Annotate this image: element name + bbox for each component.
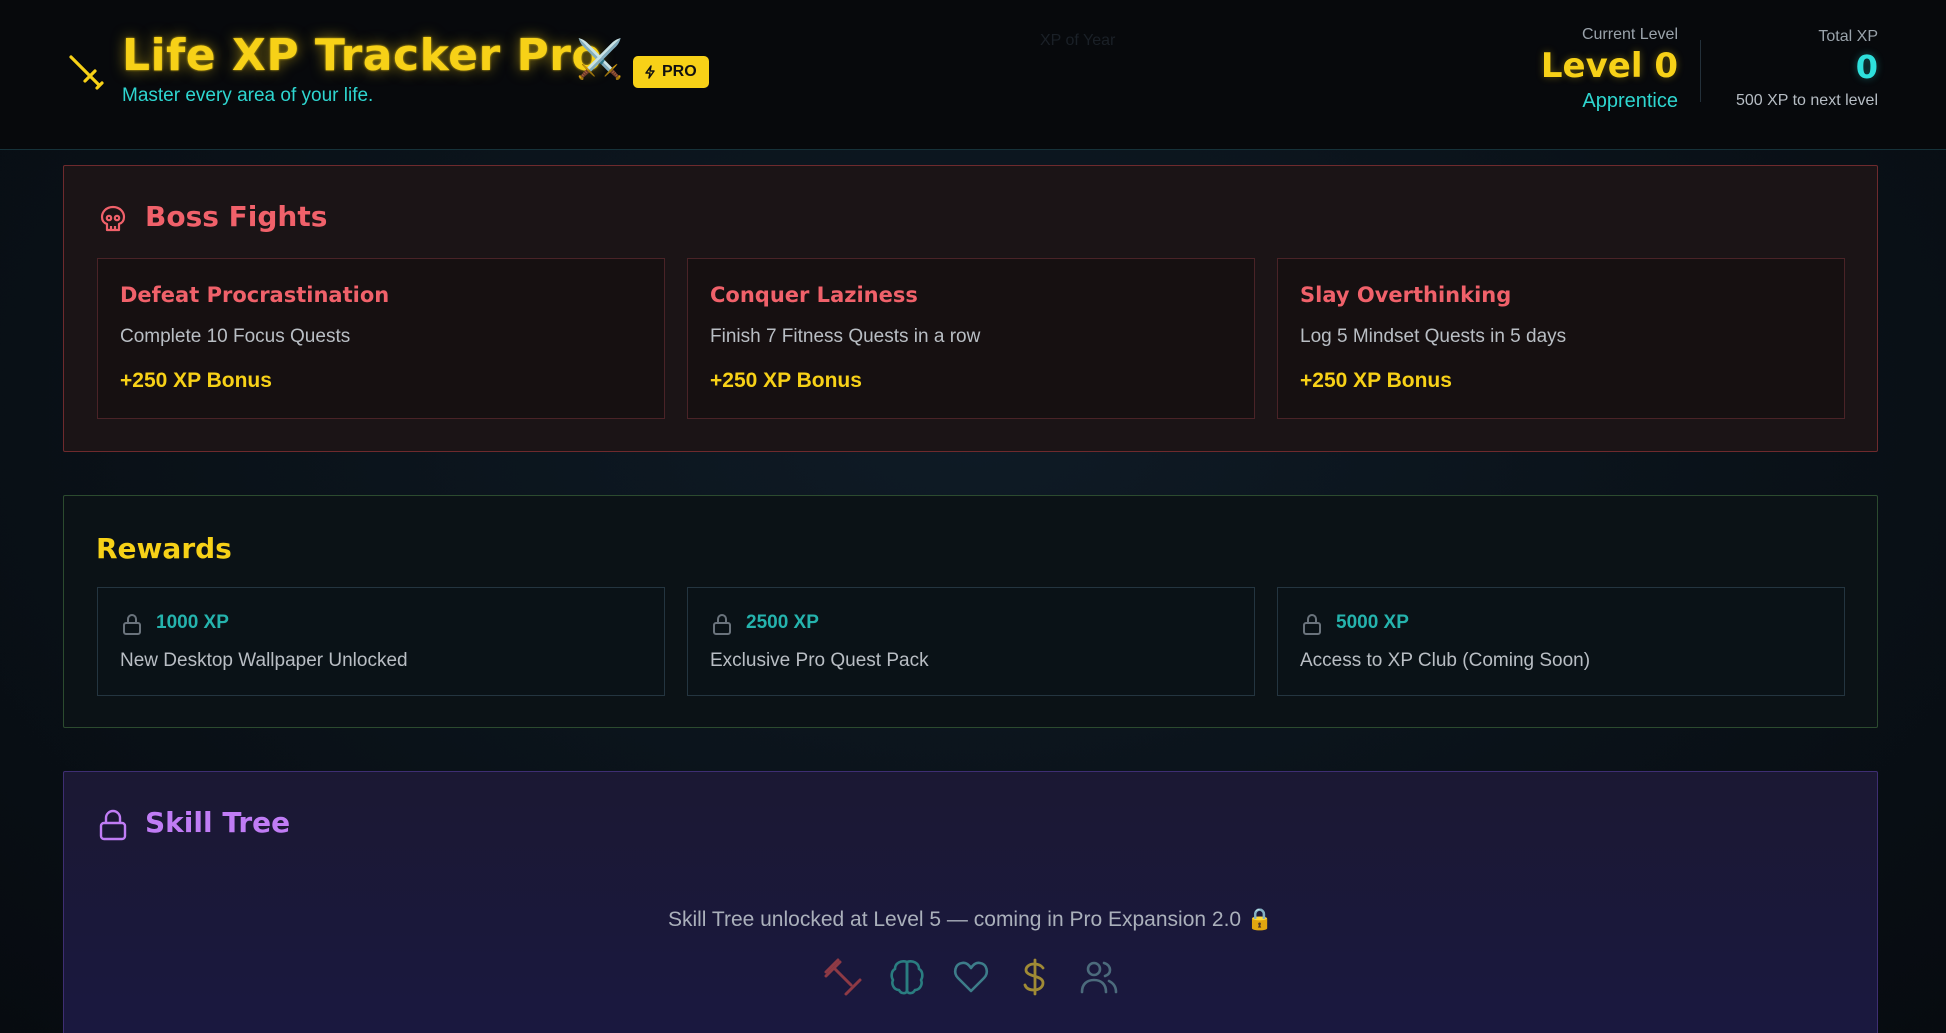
boss-fights-panel: Boss Fights Defeat Procrastination Compl…: [63, 165, 1878, 452]
skill-icons-row: [64, 957, 1877, 997]
boss-fights-title: Boss Fights: [145, 200, 328, 233]
reward-card[interactable]: 1000 XP New Desktop Wallpaper Unlocked: [97, 587, 665, 696]
skill-tree-panel: Skill Tree Skill Tree unlocked at Level …: [63, 771, 1878, 1033]
lock-icon: [99, 809, 127, 841]
lock-icon: [713, 614, 731, 635]
skill-tree-message: Skill Tree unlocked at Level 5 — coming …: [667, 908, 1274, 931]
header-divider: [1700, 40, 1701, 102]
boss-card-desc: Finish 7 Fitness Quests in a row: [710, 326, 981, 347]
reward-card[interactable]: 5000 XP Access to XP Club (Coming Soon): [1277, 587, 1845, 696]
rewards-title: Rewards: [96, 532, 232, 565]
app-title: Life XP Tracker Pro: [122, 30, 603, 81]
total-xp-block: Total XP 0 500 XP to next level: [1736, 28, 1878, 110]
lock-icon: [123, 614, 141, 635]
skill-tree-title: Skill Tree: [145, 806, 291, 839]
boss-card[interactable]: Conquer Laziness Finish 7 Fitness Quests…: [687, 258, 1255, 419]
faded-header-text: XP of Year: [1040, 32, 1116, 49]
reward-xp: 5000 XP: [1336, 612, 1409, 633]
reward-xp: 1000 XP: [156, 612, 229, 633]
users-icon: [1079, 957, 1119, 997]
brain-icon: [887, 957, 927, 997]
current-level-block: Current Level Level 0 Apprentice: [1541, 26, 1678, 113]
app-header: Life XP Tracker Pro ⚔️ PRO Master every …: [0, 0, 1946, 150]
reward-desc: New Desktop Wallpaper Unlocked: [120, 650, 408, 671]
total-xp-caption: Total XP: [1818, 28, 1878, 45]
xp-to-next-level: 500 XP to next level: [1735, 92, 1878, 109]
heart-icon: [951, 957, 991, 997]
lock-icon: [1303, 614, 1321, 635]
rewards-panel: Rewards 1000 XP New Desktop Wallpaper Un…: [63, 495, 1878, 728]
reward-desc: Access to XP Club (Coming Soon): [1300, 650, 1591, 671]
sword-icon: [69, 55, 104, 90]
boss-card-bonus: +250 XP Bonus: [1300, 369, 1452, 392]
current-level-value: Level 0: [1540, 46, 1678, 86]
reward-desc: Exclusive Pro Quest Pack: [710, 650, 929, 671]
current-level-caption: Current Level: [1581, 26, 1678, 43]
boss-card[interactable]: Slay Overthinking Log 5 Mindset Quests i…: [1277, 258, 1845, 419]
boss-card-desc: Complete 10 Focus Quests: [120, 326, 351, 347]
boss-card[interactable]: Defeat Procrastination Complete 10 Focus…: [97, 258, 665, 419]
boss-card-title: Slay Overthinking: [1300, 283, 1512, 307]
pro-badge: PRO: [633, 56, 709, 88]
crossed-swords-emoji: ⚔️: [576, 39, 624, 81]
boss-card-title: Conquer Laziness: [710, 283, 918, 307]
boss-card-bonus: +250 XP Bonus: [710, 369, 862, 392]
app-tagline: Master every area of your life.: [122, 85, 374, 106]
skull-icon: [100, 205, 126, 232]
dumbbell-icon: [823, 957, 863, 997]
boss-card-title: Defeat Procrastination: [120, 283, 390, 307]
reward-xp: 2500 XP: [746, 612, 819, 633]
boss-card-bonus: +250 XP Bonus: [120, 369, 272, 392]
dollar-icon: [1015, 957, 1055, 997]
reward-card[interactable]: 2500 XP Exclusive Pro Quest Pack: [687, 587, 1255, 696]
pro-badge-label: PRO: [662, 63, 697, 80]
current-rank: Apprentice: [1582, 90, 1678, 112]
boss-card-desc: Log 5 Mindset Quests in 5 days: [1300, 326, 1567, 347]
total-xp-value: 0: [1855, 48, 1878, 86]
lightning-icon: [645, 65, 655, 79]
